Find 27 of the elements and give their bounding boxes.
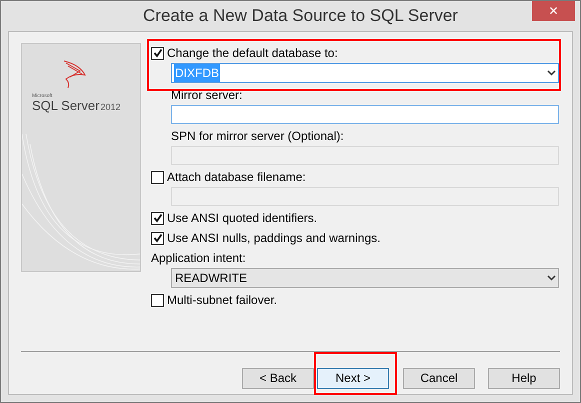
intent-dropdown[interactable]: READWRITE [171, 268, 559, 288]
checkbox[interactable] [151, 170, 164, 184]
combo-value: READWRITE [174, 270, 248, 287]
checkbox[interactable] [151, 232, 164, 244]
checkbox[interactable] [151, 294, 164, 306]
checkbox-label: Change the default database to: [167, 45, 338, 62]
version-text: 2012 [100, 101, 120, 114]
window-title: Create a New Data Source to SQL Server [143, 5, 458, 28]
product-name: SQL Server [32, 99, 100, 112]
close-button[interactable]: ✕ [532, 1, 575, 21]
field-label: SPN for mirror server (Optional): [171, 128, 345, 145]
dialog-button[interactable]: Help [488, 368, 560, 388]
field-label: Mirror server: [171, 87, 244, 104]
checkbox[interactable] [151, 212, 164, 224]
field-label: Application intent: [151, 250, 247, 267]
chevron-icon [547, 275, 556, 281]
checkbox-label: Multi-subnet failover. [167, 292, 278, 309]
dialog-button[interactable]: Cancel [403, 368, 475, 388]
text-field[interactable] [171, 105, 559, 124]
dialog-button[interactable]: < Back [242, 368, 314, 388]
checkbox[interactable] [151, 46, 164, 60]
checkbox-label: Use ANSI nulls, paddings and warnings. [167, 230, 380, 247]
checkbox-label: Attach database filename: [167, 169, 306, 186]
checkbox-label: Use ANSI quoted identifiers. [167, 210, 318, 227]
dialog-button[interactable]: Next > [317, 368, 389, 388]
combo-value: DIXFDB [174, 64, 220, 82]
chevron-icon [547, 70, 556, 76]
